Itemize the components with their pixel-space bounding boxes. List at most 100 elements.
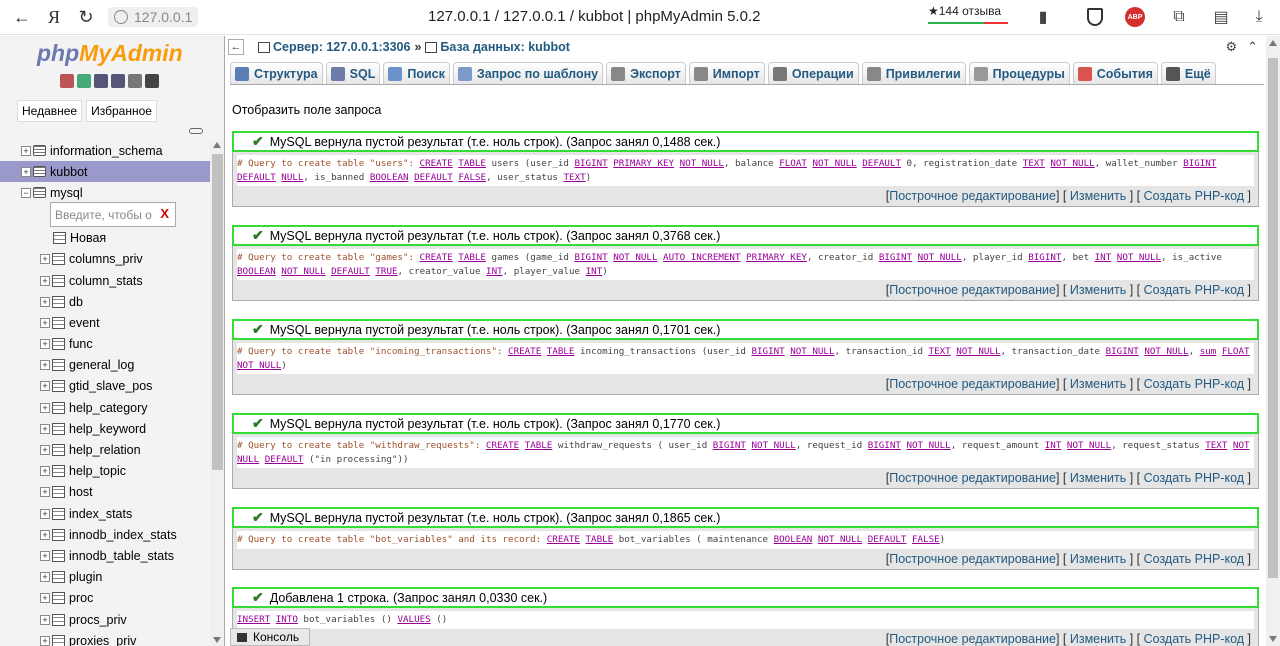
expand-icon[interactable]: +: [40, 402, 50, 413]
inline-edit-link[interactable]: Построчное редактирование: [889, 552, 1056, 566]
sql-keyword[interactable]: VALUES: [397, 614, 430, 625]
scroll-thumb[interactable]: [1268, 58, 1278, 578]
sql-keyword[interactable]: TABLE: [525, 440, 553, 451]
tree-table-item[interactable]: + event: [0, 312, 210, 333]
expand-icon[interactable]: +: [40, 529, 50, 540]
sql-keyword[interactable]: NOT NULL: [812, 158, 856, 169]
edit-link[interactable]: Изменить: [1070, 471, 1126, 485]
sql-keyword[interactable]: FALSE: [912, 534, 940, 545]
sql-keyword[interactable]: BIGINT: [1028, 252, 1061, 263]
sql-keyword[interactable]: CREATE: [420, 158, 453, 169]
download-icon[interactable]: ⤓: [1244, 2, 1274, 32]
ublock-shield-icon[interactable]: [1080, 2, 1110, 32]
sql-keyword[interactable]: INT: [586, 266, 603, 277]
tab-query[interactable]: Запрос по шаблону: [452, 62, 604, 84]
sql-keyword[interactable]: CREATE: [547, 534, 580, 545]
edit-link[interactable]: Изменить: [1070, 189, 1126, 203]
sql-keyword[interactable]: NOT NULL: [1117, 252, 1161, 263]
scroll-thumb[interactable]: [212, 154, 223, 470]
tab-operations[interactable]: Операции: [767, 62, 859, 84]
inline-edit-link[interactable]: Построчное редактирование: [889, 283, 1056, 297]
scroll-down-icon[interactable]: [213, 637, 221, 643]
sql-keyword[interactable]: BIGINT: [1183, 158, 1216, 169]
inline-edit-link[interactable]: Построчное редактирование: [889, 632, 1056, 646]
tab-import[interactable]: Импорт: [688, 62, 765, 84]
link-chain-icon[interactable]: [189, 128, 203, 134]
tree-table-item[interactable]: + innodb_index_stats: [0, 524, 210, 545]
sql-keyword[interactable]: INT: [1045, 440, 1062, 451]
settings-icon[interactable]: [128, 74, 142, 88]
edit-link[interactable]: Изменить: [1070, 552, 1126, 566]
sql-keyword[interactable]: BIGINT: [574, 252, 607, 263]
tree-db-mysql[interactable]: − mysql: [0, 182, 210, 203]
collapse-up-icon[interactable]: ⌃: [1247, 39, 1258, 55]
tree-table-item[interactable]: + column_stats: [0, 270, 210, 291]
tab-routines[interactable]: Процедуры: [968, 62, 1070, 84]
sql-keyword[interactable]: DEFAULT: [414, 172, 453, 183]
expand-icon[interactable]: +: [21, 145, 31, 156]
yandex-icon[interactable]: Я: [38, 2, 70, 32]
main-scrollbar[interactable]: [1266, 36, 1280, 646]
create-php-link[interactable]: Создать PHP-код: [1144, 377, 1244, 391]
tree-table-item[interactable]: + proc: [0, 588, 210, 609]
sql-keyword[interactable]: BIGINT: [1106, 346, 1139, 357]
expand-icon[interactable]: +: [40, 487, 50, 498]
tree-db-information-schema[interactable]: + information_schema: [0, 140, 210, 161]
sql-keyword[interactable]: TEXT: [564, 172, 586, 183]
tree-table-item[interactable]: + plugin: [0, 567, 210, 588]
scroll-up-icon[interactable]: [1269, 40, 1277, 46]
sql-keyword[interactable]: TEXT: [1205, 440, 1227, 451]
reload-icon[interactable]: ↻: [70, 2, 102, 32]
sql-keyword[interactable]: NOT NULL: [752, 440, 796, 451]
sql-keyword[interactable]: INSERT: [237, 614, 270, 625]
sql-keyword[interactable]: BIGINT: [713, 440, 746, 451]
tree-table-item[interactable]: + db: [0, 291, 210, 312]
tab-search[interactable]: Поиск: [383, 62, 450, 84]
clipboard-icon[interactable]: ▤: [1206, 2, 1236, 32]
phpmyadmin-logo[interactable]: phpMyAdmin: [37, 40, 183, 67]
scroll-down-icon[interactable]: [1269, 636, 1277, 642]
sql-keyword[interactable]: TABLE: [547, 346, 575, 357]
tab-events[interactable]: События: [1072, 62, 1158, 84]
sql-keyword[interactable]: NOT NULL: [237, 360, 281, 371]
sql-keyword[interactable]: NULL: [281, 172, 303, 183]
bookmark-icon[interactable]: ▮: [1028, 2, 1058, 32]
console-toggle[interactable]: Консоль: [230, 628, 310, 646]
reviews-badge[interactable]: ★144 отзыва: [928, 4, 1008, 24]
expand-icon[interactable]: +: [21, 166, 31, 177]
edit-link[interactable]: Изменить: [1070, 283, 1126, 297]
expand-icon[interactable]: +: [40, 635, 50, 646]
tree-table-item[interactable]: + help_relation: [0, 439, 210, 460]
sql-icon[interactable]: [77, 74, 91, 88]
expand-icon[interactable]: +: [40, 572, 50, 583]
sql-keyword[interactable]: PRIMARY KEY: [746, 252, 807, 263]
sql-keyword[interactable]: NOT NULL: [281, 266, 325, 277]
tree-table-item[interactable]: + help_category: [0, 397, 210, 418]
sql-keyword[interactable]: NOT NULL: [918, 252, 962, 263]
address-host[interactable]: 127.0.0.1: [108, 7, 199, 27]
sql-keyword[interactable]: TEXT: [929, 346, 951, 357]
collapse-nav-button[interactable]: ←: [228, 39, 244, 55]
sql-keyword[interactable]: AUTO_INCREMENT: [663, 252, 740, 263]
sql-keyword[interactable]: CREATE: [486, 440, 519, 451]
tree-table-item[interactable]: + index_stats: [0, 503, 210, 524]
sql-keyword[interactable]: FALSE: [458, 172, 486, 183]
expand-icon[interactable]: +: [40, 381, 50, 392]
sql-keyword[interactable]: NOT NULL: [1144, 346, 1188, 357]
sql-keyword[interactable]: sum: [1200, 346, 1217, 357]
breadcrumb-server[interactable]: Сервер: 127.0.0.1:3306: [273, 40, 410, 54]
sql-keyword[interactable]: BIGINT: [868, 440, 901, 451]
back-arrow-icon[interactable]: ←: [6, 2, 38, 32]
sql-keyword[interactable]: TABLE: [458, 158, 486, 169]
tree-db-kubbot[interactable]: + kubbot: [0, 161, 210, 183]
sql-keyword[interactable]: FLOAT: [1222, 346, 1250, 357]
adblock-icon[interactable]: ABP: [1120, 2, 1150, 32]
sql-keyword[interactable]: TEXT: [1023, 158, 1045, 169]
sql-keyword[interactable]: BIGINT: [574, 158, 607, 169]
expand-icon[interactable]: +: [40, 317, 50, 328]
sql-keyword[interactable]: PRIMARY KEY: [613, 158, 674, 169]
clear-filter-button[interactable]: X: [160, 206, 169, 221]
sql-keyword[interactable]: BOOLEAN: [774, 534, 813, 545]
create-php-link[interactable]: Создать PHP-код: [1144, 632, 1244, 646]
create-php-link[interactable]: Создать PHP-код: [1144, 552, 1244, 566]
